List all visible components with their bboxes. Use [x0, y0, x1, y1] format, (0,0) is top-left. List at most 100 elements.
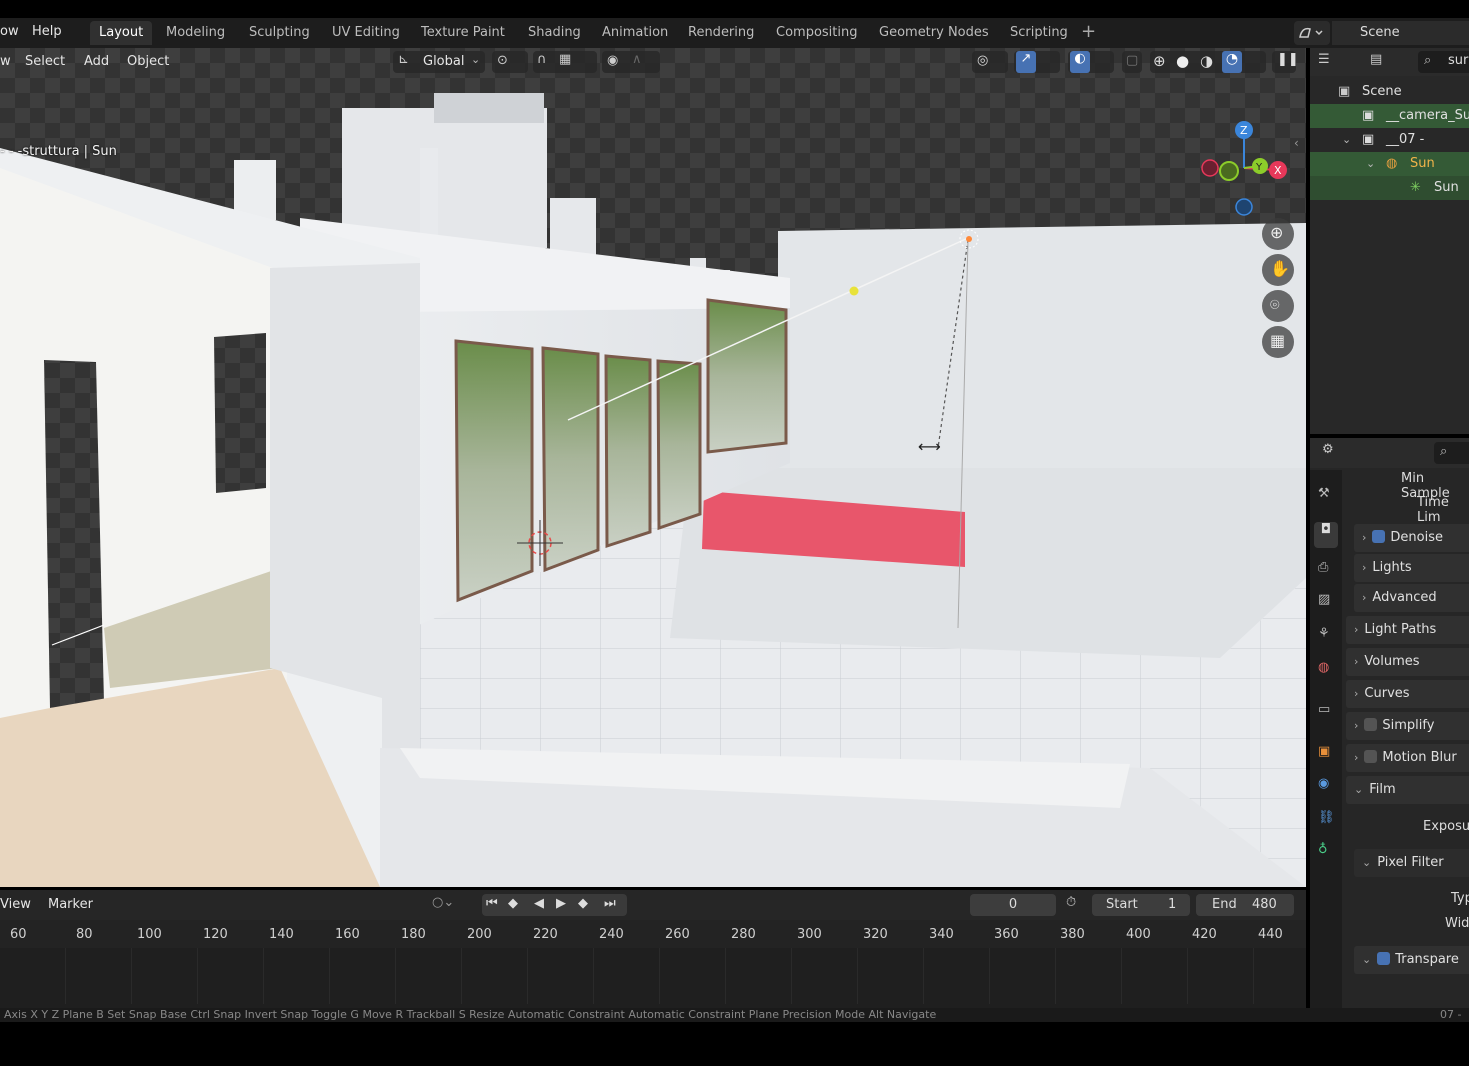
editor-type-icon[interactable]: ⚙ — [1322, 442, 1334, 457]
window — [706, 298, 788, 454]
tab-animation[interactable]: Animation — [593, 21, 677, 45]
proportional-editing-button[interactable]: ◉ ∧ — [602, 51, 660, 73]
navigation-gizmo[interactable]: Z X Y — [1196, 118, 1296, 222]
panel-pixel-filter[interactable]: ⌄ Pixel Filter — [1354, 849, 1469, 877]
world-tab-icon[interactable]: ◍ — [1318, 660, 1329, 675]
panel-advanced[interactable]: › Advanced — [1354, 584, 1469, 612]
add-workspace-icon[interactable]: + — [1081, 21, 1096, 42]
chevron-down-icon[interactable]: ⌄ — [1366, 152, 1375, 176]
jump-end-icon[interactable]: ⏭ — [604, 896, 616, 911]
stopwatch-icon[interactable]: ⏱ — [1066, 895, 1076, 910]
snapping-button[interactable]: ∩ ▦ — [533, 51, 597, 73]
sun-data-icon: ✳ — [1410, 180, 1421, 195]
play-icon[interactable]: ▶ — [556, 896, 566, 911]
start-frame-field[interactable]: Start 1 — [1092, 894, 1190, 916]
wireframe-shading-icon[interactable]: ⊕ — [1153, 52, 1166, 70]
outliner-row-camera[interactable]: ▣ __camera_Su — [1310, 104, 1469, 128]
outliner-row-scene-collection[interactable]: ▣ Scene Collection — [1310, 80, 1469, 123]
sidebar-toggle-icon[interactable]: ‹ — [1294, 136, 1299, 150]
tab-geometry-nodes[interactable]: Geometry Nodes — [870, 21, 998, 45]
panel-simplify[interactable]: › Simplify — [1346, 712, 1469, 740]
render-tab-icon[interactable]: ◘ — [1314, 522, 1338, 548]
solid-shading-icon[interactable]: ● — [1176, 52, 1189, 70]
tab-sculpting[interactable]: Sculpting — [240, 21, 319, 45]
perspective-toggle-button[interactable]: ▦ — [1262, 326, 1294, 358]
constraints-tab-icon[interactable]: ⛓ — [1318, 810, 1335, 825]
menu-view[interactable]: w — [0, 54, 11, 69]
outliner-row-verandah[interactable]: ⌄ ▣ __07 - VERAN — [1310, 128, 1469, 171]
tab-scripting[interactable]: Scripting — [1001, 21, 1077, 45]
tab-rendering[interactable]: Rendering — [679, 21, 763, 45]
menu-marker[interactable]: Marker — [48, 897, 93, 912]
panel-film[interactable]: ⌄ Film — [1346, 776, 1469, 804]
jump-keyframe-forward-icon[interactable]: ◆ — [578, 896, 588, 911]
motion-blur-checkbox[interactable] — [1364, 750, 1378, 763]
outliner-header: ☰ ▤ ⌕ sur — [1310, 48, 1469, 76]
outliner-search-input[interactable]: ⌕ sur — [1418, 51, 1469, 73]
view-layer-tab-icon[interactable]: ▨ — [1318, 592, 1330, 607]
light-data-tab-icon[interactable]: ♁ — [1318, 842, 1328, 857]
menu-window[interactable]: ow — [0, 24, 19, 39]
properties-search-input[interactable]: ⌕ — [1434, 442, 1469, 464]
outliner-row-sun-object[interactable]: ⌄ ◍ Sun — [1310, 152, 1469, 176]
axis-neg-x-icon — [1201, 159, 1219, 177]
menu-add[interactable]: Add — [84, 54, 109, 69]
panel-volumes[interactable]: › Volumes — [1346, 648, 1469, 676]
chevron-right-icon: › — [1362, 561, 1367, 574]
menu-view[interactable]: View — [0, 897, 31, 912]
output-tab-icon[interactable]: ⎙ — [1318, 560, 1328, 575]
transparent-checkbox[interactable] — [1377, 952, 1391, 965]
outliner-row-sun-data[interactable]: ✳ Sun — [1310, 176, 1469, 200]
rendered-shading-icon[interactable]: ◔ — [1222, 51, 1242, 73]
tab-modeling[interactable]: Modeling — [157, 21, 234, 45]
panel-lights[interactable]: › Lights — [1354, 554, 1469, 582]
magnet-icon: ∩ — [537, 52, 547, 67]
jump-keyframe-back-icon[interactable]: ◆ — [508, 896, 518, 911]
timeline-track-area[interactable] — [0, 948, 1306, 1004]
gizmo-toggle-button[interactable]: ↗ — [1014, 51, 1060, 73]
orientation-dropdown[interactable]: ⊾ Global ⌄ — [393, 51, 485, 73]
tab-layout[interactable]: Layout — [90, 21, 153, 45]
object-tab-icon[interactable]: ▣ — [1318, 744, 1330, 759]
end-frame-field[interactable]: End 480 — [1196, 894, 1294, 916]
tab-compositing[interactable]: Compositing — [767, 21, 867, 45]
panel-light-paths[interactable]: › Light Paths — [1346, 616, 1469, 644]
camera-view-button[interactable]: ⌾ — [1262, 290, 1294, 322]
chevron-down-icon: ⌄ — [1354, 783, 1364, 796]
keying-icon[interactable]: ○⌄ — [432, 895, 454, 910]
panel-transparent[interactable]: ⌄ Transpare — [1354, 946, 1469, 974]
chevron-down-icon[interactable]: ⌄ — [1342, 128, 1351, 152]
tab-texture-paint[interactable]: Texture Paint — [412, 21, 514, 45]
scene-selector-button[interactable] — [1294, 21, 1330, 45]
material-shading-icon[interactable]: ◑ — [1200, 52, 1213, 70]
display-mode-icon[interactable]: ▤ — [1370, 52, 1382, 67]
scene-tab-icon[interactable]: ⚘ — [1318, 626, 1330, 641]
panel-motion-blur[interactable]: › Motion Blur — [1346, 744, 1469, 772]
menu-select[interactable]: Select — [25, 54, 65, 69]
tab-uv-editing[interactable]: UV Editing — [323, 21, 409, 45]
menu-help[interactable]: Help — [32, 24, 62, 39]
tool-tab-icon[interactable]: ⚒ — [1318, 486, 1330, 501]
simplify-checkbox[interactable] — [1364, 718, 1378, 731]
pivot-point-button[interactable]: ⊙ — [492, 51, 528, 73]
menu-object[interactable]: Object — [127, 54, 169, 69]
denoise-checkbox[interactable] — [1372, 530, 1386, 543]
physics-tab-icon[interactable]: ◉ — [1318, 776, 1329, 791]
current-frame-field[interactable]: 0 — [970, 894, 1056, 916]
visibility-button[interactable]: ◎ — [972, 51, 1008, 73]
frame-ruler[interactable]: 60 80 100 120 140 160 180 200 220 240 26… — [0, 920, 1306, 948]
overlays-button[interactable]: ◐ — [1068, 51, 1114, 73]
jump-start-icon[interactable]: ⏮ — [486, 896, 498, 911]
panel-curves[interactable]: › Curves — [1346, 680, 1469, 708]
pan-button[interactable]: ✋ — [1262, 254, 1294, 286]
scene-name-field[interactable]: Scene — [1332, 21, 1469, 45]
pause-render-button[interactable]: ❚❚ — [1272, 51, 1299, 73]
collection-tab-icon[interactable]: ▭ — [1318, 702, 1330, 717]
zoom-button[interactable]: ⊕ — [1262, 218, 1294, 250]
tab-shading[interactable]: Shading — [519, 21, 590, 45]
editor-type-icon[interactable]: ☰ — [1318, 52, 1330, 67]
panel-denoise[interactable]: › Denoise — [1354, 524, 1469, 552]
xray-button[interactable]: ▢ — [1122, 51, 1142, 73]
3d-viewport[interactable]: ⟷ w Select Add Object ⊾ Global ⌄ ⊙ ∩ ▦ ◉… — [0, 48, 1306, 887]
play-reverse-icon[interactable]: ◀ — [534, 896, 544, 911]
